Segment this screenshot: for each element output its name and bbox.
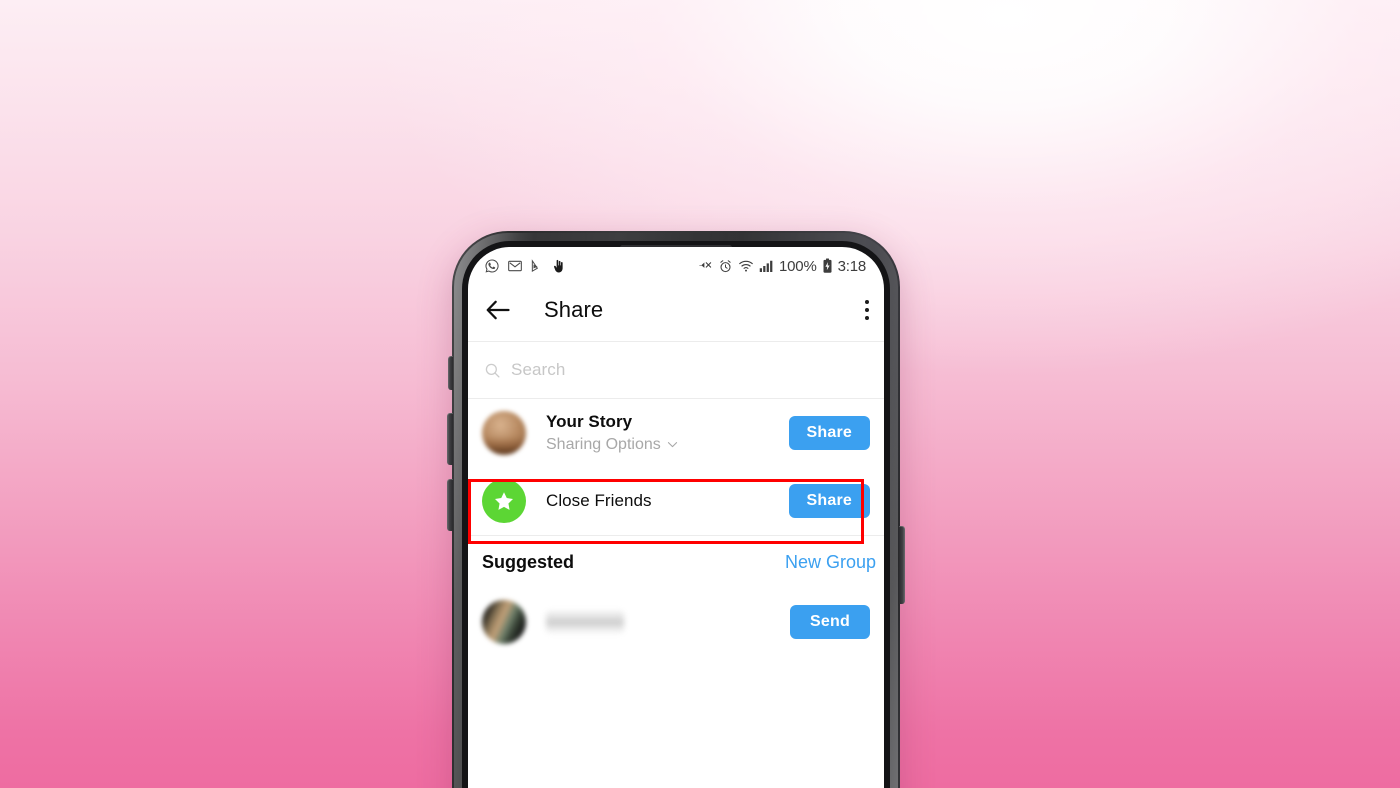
share-row-close-friends[interactable]: Close Friends Share — [468, 467, 884, 535]
row-text-group: Close Friends — [546, 490, 789, 512]
new-group-link[interactable]: New Group — [785, 552, 876, 573]
contact-username-redacted — [546, 611, 624, 633]
send-button[interactable]: Send — [790, 605, 870, 639]
share-button-your-story[interactable]: Share — [788, 416, 870, 450]
search-placeholder: Search — [511, 360, 566, 379]
row-title: Close Friends — [546, 491, 652, 510]
volume-up-button[interactable] — [447, 413, 453, 465]
phone-mockup: 100% 3:18 Share Search Your Story Sharin… — [447, 231, 905, 788]
phone-screen: 100% 3:18 Share Search Your Story Sharin… — [468, 247, 884, 788]
back-arrow-icon[interactable] — [484, 296, 512, 324]
wifi-icon — [739, 260, 753, 272]
signal-icon — [759, 260, 773, 272]
play-store-icon — [531, 259, 539, 272]
sharing-options-toggle[interactable]: Sharing Options — [546, 434, 789, 456]
status-bar: 100% 3:18 — [468, 247, 884, 279]
gesture-hand-icon — [554, 259, 563, 272]
star-icon — [495, 492, 513, 510]
row-text-group: Your Story Sharing Options — [546, 411, 789, 456]
overflow-menu-icon[interactable] — [856, 297, 878, 323]
avatar[interactable] — [482, 600, 526, 644]
row-subtitle: Sharing Options — [546, 435, 661, 453]
app-bar: Share — [468, 279, 884, 341]
screenshot-canvas: 100% 3:18 Share Search Your Story Sharin… — [0, 0, 1400, 788]
assistant-button[interactable] — [448, 356, 453, 390]
search-input[interactable]: Search — [468, 342, 884, 398]
system-status-icons: 100% 3:18 — [697, 258, 866, 275]
suggested-contact-row[interactable]: Send — [468, 588, 884, 656]
battery-charging-icon — [823, 258, 832, 273]
row-text-group — [546, 611, 790, 633]
row-title: Your Story — [546, 411, 633, 431]
power-button[interactable] — [899, 526, 905, 604]
gmail-icon — [508, 260, 522, 272]
close-friends-star-icon[interactable] — [482, 479, 526, 523]
page-title: Share — [544, 297, 604, 322]
suggested-label: Suggested — [482, 551, 575, 572]
clock-label: 3:18 — [837, 257, 867, 275]
suggested-header: Suggested New Group — [468, 536, 884, 588]
alarm-icon — [720, 259, 731, 272]
volume-down-button[interactable] — [447, 479, 453, 531]
whatsapp-icon — [485, 259, 499, 273]
avatar[interactable] — [482, 411, 526, 455]
battery-percent-label: 100% — [779, 257, 817, 275]
notification-icons — [484, 258, 566, 275]
search-icon — [485, 363, 500, 378]
share-button-close-friends[interactable]: Share — [788, 484, 870, 518]
mute-icon — [699, 261, 712, 268]
share-row-your-story[interactable]: Your Story Sharing Options Share — [468, 399, 884, 467]
chevron-down-icon — [667, 442, 677, 448]
